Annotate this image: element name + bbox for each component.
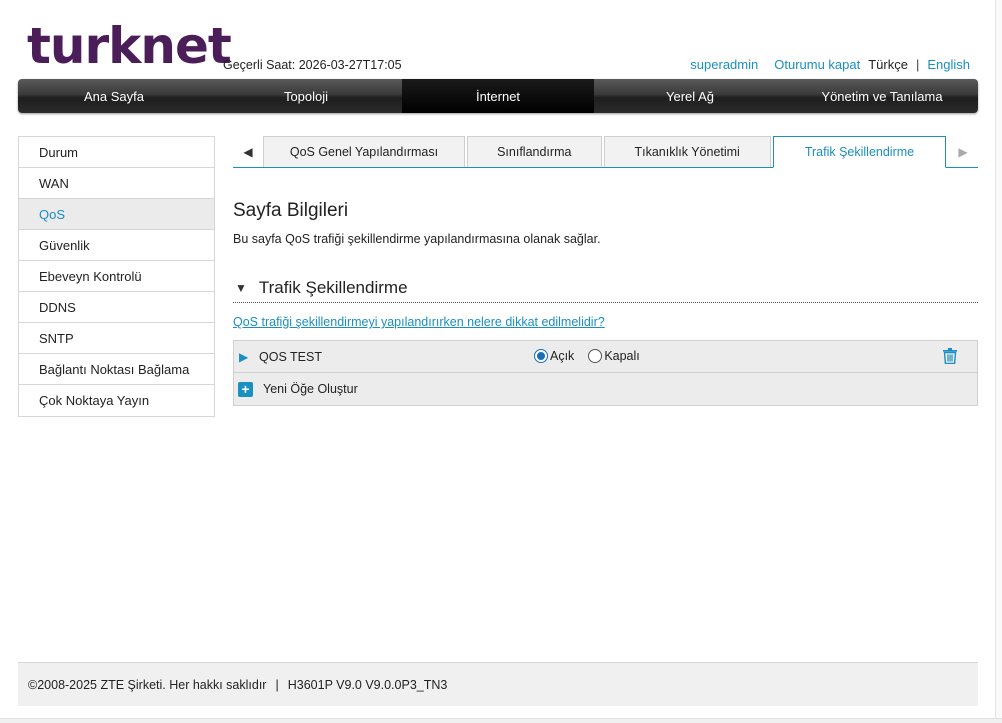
window-bottom-edge xyxy=(0,718,1002,723)
tab-classification[interactable]: Sınıflandırma xyxy=(467,136,602,167)
rule-row[interactable]: ▶ QOS TEST Açık Kapalı xyxy=(234,341,977,373)
language-separator: | xyxy=(915,57,920,72)
sidebar-item-port-binding[interactable]: Bağlantı Noktası Bağlama xyxy=(19,354,214,385)
tab-next-icon[interactable]: ▶ xyxy=(948,136,978,167)
radio-on-label: Açık xyxy=(550,349,575,363)
window-scrollbar-edge xyxy=(995,0,1002,723)
nav-internet[interactable]: İnternet xyxy=(402,79,594,113)
tab-traffic-shaping[interactable]: Trafik Şekillendirme xyxy=(772,136,947,168)
tab-congestion[interactable]: Tıkanıklık Yönetimi xyxy=(603,136,771,167)
footer-separator: | xyxy=(275,677,279,692)
rule-name: QOS TEST xyxy=(259,349,322,364)
sidebar-item-ebeveyn-kontrolu[interactable]: Ebeveyn Kontrolü xyxy=(19,261,214,292)
sidebar-item-wan[interactable]: WAN xyxy=(19,168,214,199)
sidebar: Durum WAN QoS Güvenlik Ebeveyn Kontrolü … xyxy=(18,136,215,417)
turknet-logo: turknet xyxy=(27,17,232,75)
sub-tabs: ◀ QoS Genel Yapılandırması Sınıflandırma… xyxy=(233,136,978,168)
top-links: superadmin Oturumu kapat Türkçe | Englis… xyxy=(690,57,970,72)
radio-off-label: Kapalı xyxy=(604,349,640,363)
sidebar-item-sntp[interactable]: SNTP xyxy=(19,323,214,354)
nav-topoloji[interactable]: Topoloji xyxy=(210,79,402,113)
new-item-row[interactable]: + Yeni Öğe Oluştur xyxy=(234,373,977,405)
sidebar-item-ddns[interactable]: DDNS xyxy=(19,292,214,323)
section-header[interactable]: ▼ Trafik Şekillendirme xyxy=(233,274,978,303)
nav-ana-sayfa[interactable]: Ana Sayfa xyxy=(18,79,210,113)
rule-table: ▶ QOS TEST Açık Kapalı + Yeni Öğe Oluştu… xyxy=(233,340,978,406)
help-link[interactable]: QoS trafiği şekillendirmeyi yapılandırır… xyxy=(233,315,605,329)
main-nav: Ana Sayfa Topoloji İnternet Yerel Ağ Yön… xyxy=(18,79,978,113)
sidebar-item-qos[interactable]: QoS xyxy=(19,199,214,230)
rule-status-radio-group: Açık Kapalı xyxy=(534,349,654,363)
radio-on[interactable] xyxy=(534,349,548,363)
current-time: Geçerli Saat: 2026-03-27T17:05 xyxy=(223,58,402,72)
sidebar-item-multicast[interactable]: Çok Noktaya Yayın xyxy=(19,385,214,416)
page-description: Bu sayfa QoS trafiği şekillendirme yapıl… xyxy=(233,232,601,246)
sidebar-item-durum[interactable]: Durum xyxy=(19,137,214,168)
footer: ©2008-2025 ZTE Şirketi. Her hakkı saklıd… xyxy=(18,662,978,706)
triangle-down-icon: ▼ xyxy=(235,281,247,295)
plus-icon[interactable]: + xyxy=(238,381,253,397)
radio-off[interactable] xyxy=(588,349,603,363)
tab-qos-general[interactable]: QoS Genel Yapılandırması xyxy=(262,136,466,167)
language-english-link[interactable]: English xyxy=(927,57,970,72)
new-item-label: Yeni Öğe Oluştur xyxy=(263,382,358,396)
section-title: Trafik Şekillendirme xyxy=(258,278,408,297)
nav-yonetim[interactable]: Yönetim ve Tanılama xyxy=(786,79,978,113)
language-current: Türkçe xyxy=(868,57,908,72)
expand-icon[interactable]: ▶ xyxy=(239,350,259,364)
nav-yerel-ag[interactable]: Yerel Ağ xyxy=(594,79,786,113)
page-title: Sayfa Bilgileri xyxy=(233,200,349,221)
logout-link[interactable]: Oturumu kapat xyxy=(774,57,860,72)
trash-icon[interactable] xyxy=(943,348,957,364)
copyright: ©2008-2025 ZTE Şirketi. Her hakkı saklıd… xyxy=(28,677,267,692)
sidebar-item-guvenlik[interactable]: Güvenlik xyxy=(19,230,214,261)
tab-prev-icon[interactable]: ◀ xyxy=(233,136,263,167)
user-link[interactable]: superadmin xyxy=(690,57,758,72)
firmware-version: H3601P V9.0 V9.0.0P3_TN3 xyxy=(287,677,448,692)
